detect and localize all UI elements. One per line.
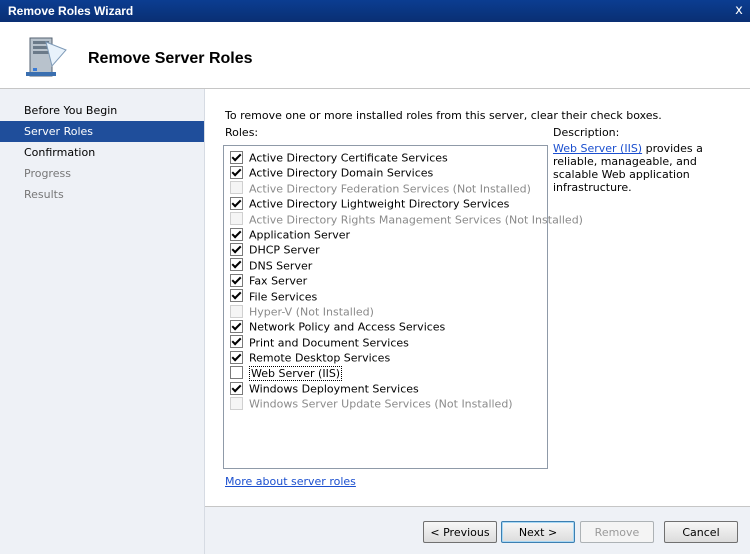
role-checkbox (230, 181, 243, 195)
role-item[interactable]: Web Server (IIS) (230, 366, 343, 382)
role-checkbox[interactable] (230, 196, 243, 210)
role-checkbox[interactable] (230, 366, 243, 380)
role-item: Active Directory Federation Services (No… (230, 181, 531, 196)
role-checkbox (230, 304, 243, 318)
role-label: Remote Desktop Services (249, 351, 391, 365)
description-label: Description: (553, 126, 620, 139)
role-item[interactable]: Print and Document Services (230, 335, 409, 350)
wizard-content: To remove one or more installed roles fr… (205, 89, 750, 488)
role-label: Web Server (IIS) (249, 366, 343, 382)
role-checkbox[interactable] (230, 165, 243, 179)
role-label: Active Directory Rights Management Servi… (249, 213, 583, 227)
role-label: Application Server (249, 228, 351, 242)
nav-item-progress: Progress (24, 167, 71, 180)
instruction-text: To remove one or more installed roles fr… (225, 109, 662, 122)
role-item[interactable]: Fax Server (230, 273, 307, 288)
nav-item-server-roles[interactable]: Server Roles (0, 121, 204, 142)
role-label: Fax Server (249, 274, 308, 288)
role-checkbox[interactable] (230, 150, 243, 164)
role-item[interactable]: Network Policy and Access Services (230, 319, 445, 334)
cancel-button[interactable]: Cancel (664, 521, 738, 543)
role-label: Print and Document Services (249, 336, 409, 350)
remove-button: Remove (580, 521, 654, 543)
wizard-header: Remove Server Roles (0, 22, 750, 89)
page-title: Remove Server Roles (88, 50, 253, 67)
role-label: DHCP Server (249, 243, 320, 257)
title-bar: Remove Roles Wizard x (0, 0, 750, 22)
role-label: Windows Server Update Services (Not Inst… (249, 397, 513, 411)
role-label: Hyper-V (Not Installed) (249, 305, 374, 319)
role-item[interactable]: Active Directory Domain Services (230, 165, 433, 180)
window-title: Remove Roles Wizard (8, 4, 134, 18)
role-checkbox[interactable] (230, 381, 243, 395)
role-checkbox[interactable] (230, 335, 243, 349)
role-item[interactable]: Application Server (230, 227, 350, 242)
roles-checklist[interactable]: Active Directory Certificate Services Act… (223, 145, 583, 469)
role-label: Active Directory Domain Services (249, 166, 434, 180)
role-item: Windows Server Update Services (Not Inst… (230, 396, 513, 411)
role-label: File Services (249, 290, 318, 304)
role-item[interactable]: DNS Server (230, 258, 312, 273)
role-item[interactable]: Active Directory Certificate Services (230, 150, 448, 165)
close-button[interactable]: x (730, 2, 748, 20)
role-label: DNS Server (249, 259, 313, 273)
nav-item-confirmation[interactable]: Confirmation (0, 142, 204, 163)
nav-item-before-you-begin[interactable]: Before You Begin (0, 100, 204, 121)
wizard-nav: Before You Begin Server Roles Confirmati… (0, 89, 205, 554)
nav-item-results: Results (24, 188, 64, 201)
role-item: Hyper-V (Not Installed) (230, 304, 374, 319)
wizard-footer: < Previous Next > Remove Cancel (205, 507, 750, 554)
role-checkbox (230, 212, 243, 226)
role-checkbox[interactable] (230, 350, 243, 364)
previous-button[interactable]: < Previous (423, 521, 497, 543)
role-item[interactable]: Remote Desktop Services (230, 350, 390, 365)
role-item: Active Directory Rights Management Servi… (230, 212, 583, 227)
roles-label: Roles: (225, 126, 259, 139)
role-item[interactable]: Windows Deployment Services (230, 381, 419, 396)
next-button[interactable]: Next > (501, 521, 575, 543)
description-link[interactable]: Web Server (IIS) (553, 142, 642, 155)
role-checkbox (230, 396, 243, 410)
role-label: Active Directory Lightweight Directory S… (249, 197, 510, 211)
role-item[interactable]: DHCP Server (230, 242, 320, 257)
role-label: Active Directory Certificate Services (249, 151, 448, 165)
role-checkbox[interactable] (230, 289, 243, 303)
description-text: Web Server (IIS) provides a reliable, ma… (553, 142, 743, 194)
role-checkbox[interactable] (230, 242, 243, 256)
role-label: Network Policy and Access Services (249, 320, 446, 334)
role-item[interactable]: File Services (230, 289, 317, 304)
role-checkbox[interactable] (230, 258, 243, 272)
role-item[interactable]: Active Directory Lightweight Directory S… (230, 196, 509, 211)
role-checkbox[interactable] (230, 273, 243, 287)
server-remove-icon (26, 37, 67, 77)
role-checkbox[interactable] (230, 319, 243, 333)
role-checkbox[interactable] (230, 227, 243, 241)
role-label: Windows Deployment Services (249, 382, 419, 396)
more-about-server-roles-link[interactable]: More about server roles (225, 475, 356, 488)
role-label: Active Directory Federation Services (No… (249, 182, 531, 196)
